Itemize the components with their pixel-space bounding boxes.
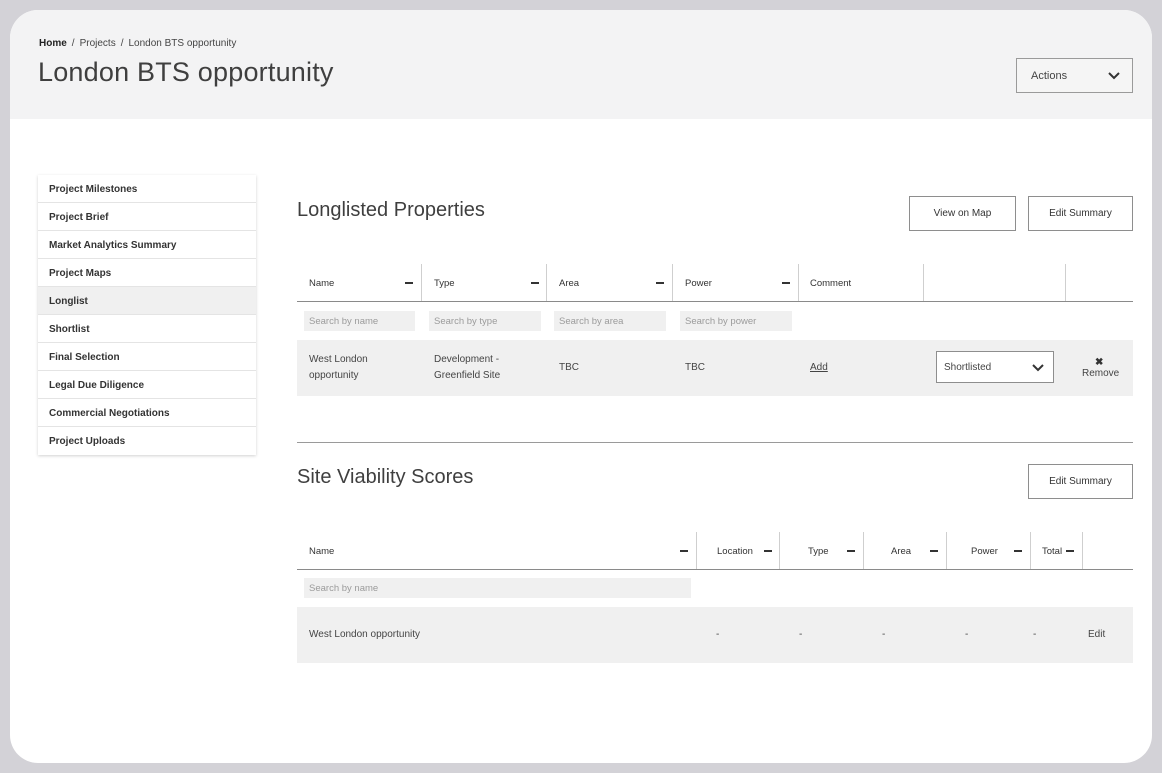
- sidebar-item-project-uploads[interactable]: Project Uploads: [38, 427, 256, 455]
- column-divider: [923, 264, 924, 301]
- page-header: Home / Projects / London BTS opportunity Lon…: [10, 10, 1152, 119]
- edit-button[interactable]: Edit: [1088, 627, 1105, 643]
- sidebar-item-commercial-negotiations[interactable]: Commercial Negotiations: [38, 399, 256, 427]
- row-type: -: [799, 629, 803, 640]
- column-divider: [863, 532, 864, 569]
- collapse-icon[interactable]: [680, 550, 688, 552]
- column-divider: [1065, 264, 1066, 301]
- row-name: West London opportunity: [309, 629, 421, 640]
- row-type-line1: Development -: [434, 354, 500, 365]
- column-header-type[interactable]: Type: [808, 546, 829, 557]
- collapse-icon[interactable]: [405, 282, 413, 284]
- sidebar-item-project-brief[interactable]: Project Brief: [38, 203, 256, 231]
- row-location: -: [716, 629, 720, 640]
- collapse-icon[interactable]: [1014, 550, 1022, 552]
- edit-summary-button[interactable]: Edit Summary: [1028, 464, 1133, 499]
- collapse-icon[interactable]: [782, 282, 790, 284]
- row-type-line2: Greenfield Site: [434, 370, 501, 381]
- status-select-value: Shortlisted: [944, 362, 992, 373]
- breadcrumb-projects[interactable]: Projects: [80, 38, 116, 49]
- sidebar-item-market-analytics-summary[interactable]: Market Analytics Summary: [38, 231, 256, 259]
- sidebar-item-shortlist[interactable]: Shortlist: [38, 315, 256, 343]
- row-name-line2: opportunity: [309, 370, 359, 381]
- table-row: [297, 607, 1133, 663]
- collapse-icon[interactable]: [531, 282, 539, 284]
- chevron-down-icon: [1031, 363, 1045, 373]
- collapse-icon[interactable]: [656, 282, 664, 284]
- sidebar-nav: Project Milestones Project Brief Market …: [38, 175, 256, 455]
- app-frame: Home / Projects / London BTS opportunity Lon…: [10, 10, 1152, 763]
- column-header-type[interactable]: Type: [434, 278, 455, 289]
- table-header-rule: [297, 301, 1133, 302]
- sidebar-item-longlist[interactable]: Longlist: [38, 287, 256, 315]
- view-on-map-button[interactable]: View on Map: [909, 196, 1016, 231]
- longlist-title: Longlisted Properties: [297, 199, 485, 221]
- row-total: -: [1033, 629, 1037, 640]
- breadcrumb-separator: /: [71, 38, 75, 49]
- column-header-total[interactable]: Total: [1042, 546, 1062, 557]
- column-divider: [798, 264, 799, 301]
- column-divider: [546, 264, 547, 301]
- column-header-power[interactable]: Power: [971, 546, 998, 557]
- breadcrumb: Home / Projects / London BTS opportunity: [39, 38, 236, 49]
- actions-dropdown[interactable]: Actions: [1016, 58, 1133, 93]
- sidebar-item-final-selection[interactable]: Final Selection: [38, 343, 256, 371]
- breadcrumb-current: London BTS opportunity: [128, 38, 237, 49]
- sidebar-item-project-milestones[interactable]: Project Milestones: [38, 175, 256, 203]
- row-type: Development - Greenfield Site: [434, 352, 500, 384]
- column-header-power[interactable]: Power: [685, 278, 712, 289]
- page-title: London BTS opportunity: [38, 57, 334, 87]
- row-area: -: [882, 629, 886, 640]
- column-divider: [421, 264, 422, 301]
- column-divider: [946, 532, 947, 569]
- add-comment-link[interactable]: Add: [810, 360, 828, 376]
- actions-label: Actions: [1031, 70, 1068, 82]
- column-divider: [779, 532, 780, 569]
- search-by-power-input[interactable]: Search by power: [680, 311, 792, 331]
- collapse-icon[interactable]: [764, 550, 772, 552]
- table-header-rule: [297, 569, 1133, 570]
- sidebar-item-project-maps[interactable]: Project Maps: [38, 259, 256, 287]
- column-header-name[interactable]: Name: [309, 546, 334, 557]
- collapse-icon[interactable]: [847, 550, 855, 552]
- column-header-location[interactable]: Location: [717, 546, 753, 557]
- row-power: TBC: [685, 362, 705, 373]
- remove-button[interactable]: Remove: [1082, 366, 1119, 382]
- collapse-icon[interactable]: [1066, 550, 1074, 552]
- row-area: TBC: [559, 362, 579, 373]
- edit-summary-button[interactable]: Edit Summary: [1028, 196, 1133, 231]
- column-header-area[interactable]: Area: [559, 278, 579, 289]
- row-power: -: [965, 629, 969, 640]
- search-by-type-input[interactable]: Search by type: [429, 311, 541, 331]
- column-header-comment: Comment: [810, 278, 852, 289]
- status-select[interactable]: Shortlisted: [936, 351, 1054, 383]
- chevron-down-icon: [1107, 71, 1121, 81]
- section-divider: [297, 442, 1133, 443]
- breadcrumb-home[interactable]: Home: [39, 38, 67, 49]
- breadcrumb-separator: /: [120, 38, 124, 49]
- row-name: West London opportunity: [309, 352, 368, 384]
- sidebar-item-legal-due-diligence[interactable]: Legal Due Diligence: [38, 371, 256, 399]
- row-name-line1: West London: [309, 354, 368, 365]
- column-header-area[interactable]: Area: [891, 546, 911, 557]
- collapse-icon[interactable]: [930, 550, 938, 552]
- viability-title: Site Viability Scores: [297, 466, 474, 488]
- search-by-area-input[interactable]: Search by area: [554, 311, 666, 331]
- search-by-name-input[interactable]: Search by name: [304, 578, 691, 598]
- column-divider: [672, 264, 673, 301]
- column-header-name[interactable]: Name: [309, 278, 334, 289]
- search-by-name-input[interactable]: Search by name: [304, 311, 415, 331]
- column-divider: [696, 532, 697, 569]
- column-divider: [1030, 532, 1031, 569]
- column-divider: [1082, 532, 1083, 569]
